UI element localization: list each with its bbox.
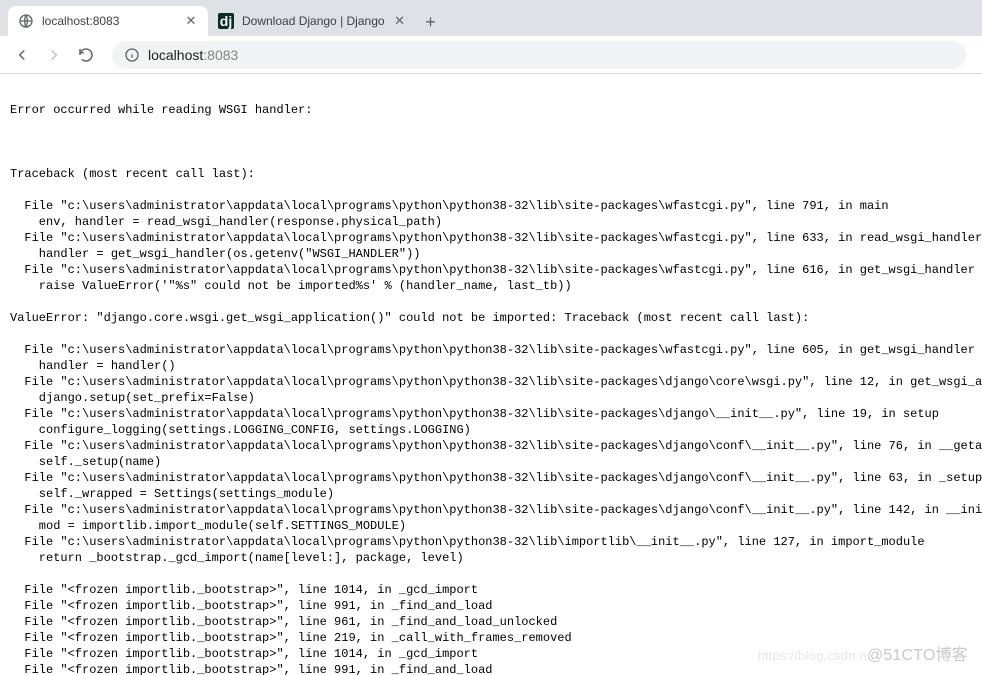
traceback-file: File "c:\users\administrator\appdata\loc… <box>10 342 972 358</box>
traceback-file: File "c:\users\administrator\appdata\loc… <box>10 198 972 214</box>
traceback-code: handler = get_wsgi_handler(os.getenv("WS… <box>10 246 972 262</box>
traceback-frozen: File "<frozen importlib._bootstrap>", li… <box>10 582 972 598</box>
traceback-frozen: File "<frozen importlib._bootstrap>", li… <box>10 646 972 662</box>
traceback-file: File "c:\users\administrator\appdata\loc… <box>10 230 972 246</box>
globe-icon <box>18 13 34 29</box>
traceback-frozen: File "<frozen importlib._bootstrap>", li… <box>10 614 972 630</box>
tab-strip: localhost:8083 ✕ dj Download Django | Dj… <box>0 0 982 36</box>
address-bar[interactable]: localhost:8083 <box>112 41 966 69</box>
traceback-file: File "c:\users\administrator\appdata\loc… <box>10 502 972 518</box>
traceback-code: configure_logging(settings.LOGGING_CONFI… <box>10 422 972 438</box>
value-error: ValueError: "django.core.wsgi.get_wsgi_a… <box>10 310 972 326</box>
back-button[interactable] <box>8 41 36 69</box>
tab-localhost[interactable]: localhost:8083 ✕ <box>8 6 208 36</box>
tab-title: localhost:8083 <box>42 14 176 28</box>
traceback-code: django.setup(set_prefix=False) <box>10 390 972 406</box>
page-content: Error occurred while reading WSGI handle… <box>0 74 982 675</box>
traceback-code: return _bootstrap._gcd_import(name[level… <box>10 550 972 566</box>
traceback-code: self._setup(name) <box>10 454 972 470</box>
traceback-code: raise ValueError('"%s" could not be impo… <box>10 278 972 294</box>
toolbar: localhost:8083 <box>0 36 982 74</box>
site-info-icon[interactable] <box>124 47 140 63</box>
traceback-file: File "c:\users\administrator\appdata\loc… <box>10 534 972 550</box>
url-text: localhost:8083 <box>148 47 238 63</box>
traceback-header: Traceback (most recent call last): <box>10 166 972 182</box>
error-header: Error occurred while reading WSGI handle… <box>10 102 972 118</box>
django-icon: dj <box>218 13 234 29</box>
traceback-code: handler = handler() <box>10 358 972 374</box>
traceback-frozen: File "<frozen importlib._bootstrap>", li… <box>10 662 972 675</box>
forward-button[interactable] <box>40 41 68 69</box>
traceback-file: File "c:\users\administrator\appdata\loc… <box>10 438 972 454</box>
reload-button[interactable] <box>72 41 100 69</box>
close-icon[interactable]: ✕ <box>393 14 407 28</box>
traceback-file: File "c:\users\administrator\appdata\loc… <box>10 262 972 278</box>
traceback-file: File "c:\users\administrator\appdata\loc… <box>10 470 972 486</box>
traceback-file: File "c:\users\administrator\appdata\loc… <box>10 406 972 422</box>
traceback-frozen: File "<frozen importlib._bootstrap>", li… <box>10 630 972 646</box>
traceback-code: env, handler = read_wsgi_handler(respons… <box>10 214 972 230</box>
traceback-file: File "c:\users\administrator\appdata\loc… <box>10 374 972 390</box>
tab-django[interactable]: dj Download Django | Django ✕ <box>208 6 417 36</box>
tab-title: Download Django | Django <box>242 14 385 28</box>
traceback-code: mod = importlib.import_module(self.SETTI… <box>10 518 972 534</box>
close-icon[interactable]: ✕ <box>184 14 198 28</box>
traceback-frozen: File "<frozen importlib._bootstrap>", li… <box>10 598 972 614</box>
traceback-code: self._wrapped = Settings(settings_module… <box>10 486 972 502</box>
new-tab-button[interactable]: + <box>417 8 445 36</box>
